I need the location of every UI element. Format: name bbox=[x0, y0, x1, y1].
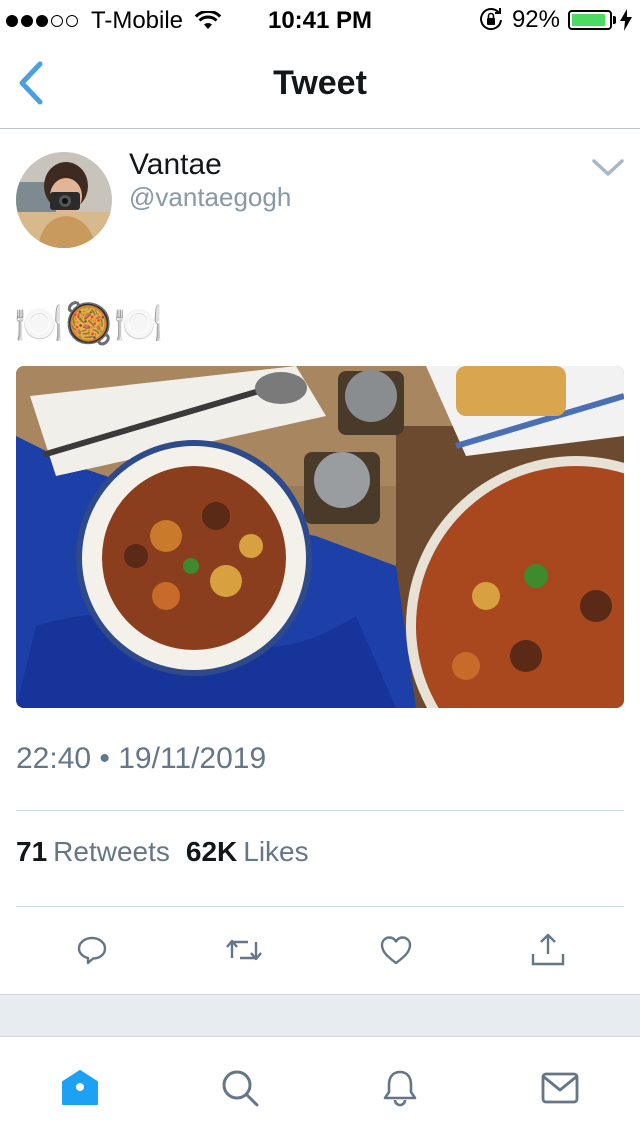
display-name[interactable]: Vantae bbox=[129, 148, 222, 182]
user-handle[interactable]: @vantaegogh bbox=[129, 182, 291, 213]
share-button[interactable] bbox=[526, 928, 570, 972]
retweet-icon bbox=[226, 939, 262, 961]
nav-bar: Tweet bbox=[0, 40, 640, 129]
likes-count: 62K bbox=[185, 836, 238, 867]
battery-icon bbox=[568, 10, 612, 30]
likes-label: Likes bbox=[243, 836, 309, 867]
tweet-actions bbox=[0, 928, 640, 972]
home-icon bbox=[62, 1070, 98, 1105]
mail-icon bbox=[541, 1072, 579, 1104]
tab-search[interactable] bbox=[215, 1063, 265, 1113]
page-title: Tweet bbox=[273, 64, 367, 102]
charging-bolt-icon bbox=[620, 9, 632, 31]
tab-bar bbox=[0, 1036, 640, 1137]
share-icon bbox=[531, 933, 565, 966]
tweet-stats: 71 Retweets 62K Likes bbox=[16, 836, 325, 868]
heart-icon bbox=[380, 936, 412, 965]
divider bbox=[16, 810, 624, 811]
tab-messages[interactable] bbox=[535, 1063, 585, 1113]
status-bar: T-Mobile 10:41 PM 92% bbox=[0, 0, 640, 40]
tweet-photo[interactable] bbox=[16, 366, 624, 708]
battery-level-fill bbox=[572, 14, 606, 26]
reply-icon bbox=[77, 936, 107, 965]
rotation-lock-icon bbox=[480, 8, 502, 31]
retweets-label: Retweets bbox=[53, 836, 170, 867]
status-right: 92% bbox=[478, 6, 632, 34]
bell-icon bbox=[383, 1070, 417, 1107]
likes-count-link[interactable]: 62K Likes bbox=[186, 836, 309, 868]
battery-tip bbox=[613, 16, 616, 24]
search-icon bbox=[222, 1070, 259, 1107]
tweet-text: 🍽️🥘🍽️ bbox=[14, 302, 164, 346]
retweet-button[interactable] bbox=[222, 928, 266, 972]
like-button[interactable] bbox=[374, 928, 418, 972]
tweet-options-button[interactable] bbox=[590, 155, 630, 185]
chevron-down-icon bbox=[592, 159, 624, 176]
tweet-timestamp: 22:40 • 19/11/2019 bbox=[16, 742, 267, 775]
divider bbox=[16, 906, 624, 907]
retweets-count-link[interactable]: 71 Retweets bbox=[16, 836, 170, 868]
reply-button[interactable] bbox=[70, 928, 114, 972]
tab-notifications[interactable] bbox=[375, 1063, 425, 1113]
timeline-gap bbox=[0, 994, 640, 1037]
retweets-count: 71 bbox=[16, 836, 48, 867]
tab-home[interactable] bbox=[55, 1063, 105, 1113]
battery-percent: 92% bbox=[511, 6, 560, 33]
avatar[interactable] bbox=[16, 152, 112, 248]
